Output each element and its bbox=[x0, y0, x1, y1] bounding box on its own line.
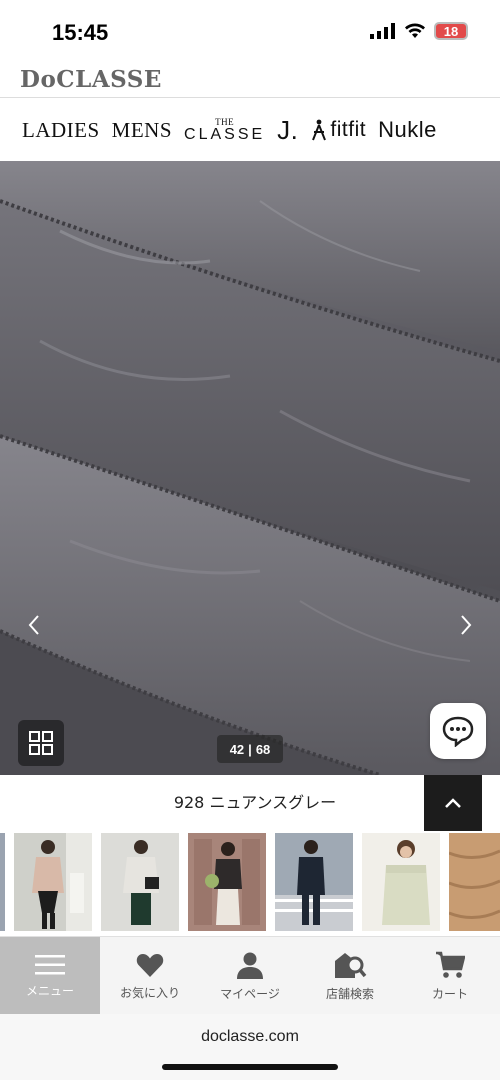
brand-fitfit-label: fitfit bbox=[330, 118, 367, 141]
brand-the-classe[interactable]: THE CLASSE bbox=[184, 117, 266, 143]
url-display[interactable]: doclasse.com bbox=[0, 1028, 500, 1046]
image-counter-current: 42 bbox=[229, 741, 245, 757]
battery-level: 18 bbox=[443, 23, 459, 39]
thumbnail-strip bbox=[0, 833, 500, 931]
brand-nav: LADIES MENS THE CLASSE J. fitfit Nukle bbox=[0, 99, 500, 161]
image-counter-separator: | bbox=[248, 741, 252, 757]
tab-cart[interactable]: カート bbox=[400, 937, 500, 1015]
brand-mens[interactable]: MENS bbox=[112, 118, 172, 143]
grid-icon bbox=[29, 731, 53, 755]
brand-fitfit[interactable]: fitfit bbox=[310, 118, 366, 142]
tab-mypage[interactable]: マイページ bbox=[200, 937, 300, 1015]
wifi-icon bbox=[405, 23, 425, 38]
tab-favorites-label: お気に入り bbox=[119, 985, 180, 1000]
tab-store-search[interactable]: 店舗検索 bbox=[300, 937, 400, 1015]
tab-favorites[interactable]: お気に入り bbox=[100, 937, 200, 1015]
brand-j[interactable]: J. bbox=[277, 115, 298, 146]
brand-the-classe-label: CLASSE bbox=[184, 125, 266, 143]
signal-icon bbox=[370, 23, 395, 39]
brand-ladies[interactable]: LADIES bbox=[22, 118, 100, 143]
browser-url-bar: doclasse.com bbox=[0, 1014, 500, 1080]
scroll-to-top-button[interactable] bbox=[424, 775, 482, 831]
tab-menu[interactable]: メニュー bbox=[0, 937, 100, 1015]
store-search-icon bbox=[335, 952, 367, 978]
thumbnail-5-image bbox=[362, 833, 440, 931]
tab-menu-label: メニュー bbox=[25, 983, 74, 998]
chevron-right-icon bbox=[461, 615, 472, 635]
chevron-left-icon bbox=[28, 615, 39, 635]
home-indicator[interactable] bbox=[162, 1064, 338, 1070]
fitfit-logo-icon bbox=[312, 119, 327, 141]
bottom-tab-bar: メニュー お気に入り マイページ 店舗検索 カート bbox=[0, 936, 500, 1015]
tab-store-search-label: 店舗検索 bbox=[325, 986, 374, 1001]
menu-icon bbox=[35, 954, 65, 974]
gallery-next-button[interactable] bbox=[442, 599, 490, 651]
heart-icon bbox=[136, 953, 164, 977]
tab-mypage-label: マイページ bbox=[220, 986, 280, 1001]
thumbnail-1[interactable] bbox=[14, 833, 92, 931]
chat-button[interactable] bbox=[430, 703, 486, 759]
thumbnail-6-image bbox=[449, 833, 500, 931]
thumbnail-1-image bbox=[14, 833, 92, 931]
chat-icon bbox=[442, 716, 474, 747]
thumbnail-partial[interactable] bbox=[0, 833, 5, 931]
thumbnail-2[interactable] bbox=[101, 833, 179, 931]
site-logo[interactable]: DoCLASSE bbox=[20, 66, 162, 93]
chevron-up-icon bbox=[445, 798, 461, 808]
status-time: 15:45 bbox=[52, 20, 109, 45]
status-bar: 15:45 18 bbox=[0, 0, 500, 60]
user-icon bbox=[237, 952, 263, 979]
status-icons: 18 bbox=[370, 22, 468, 40]
image-counter: 42 | 68 bbox=[217, 735, 283, 763]
gallery-prev-button[interactable] bbox=[10, 599, 58, 651]
cart-icon bbox=[436, 951, 465, 978]
brand-nukle[interactable]: Nukle bbox=[378, 117, 437, 143]
gallery-grid-button[interactable] bbox=[18, 720, 64, 766]
thumbnail-6[interactable] bbox=[449, 833, 500, 931]
thumbnail-5[interactable] bbox=[362, 833, 440, 931]
thumbnail-3-image bbox=[188, 833, 266, 931]
thumbnail-3[interactable] bbox=[188, 833, 266, 931]
thumbnail-2-image bbox=[101, 833, 179, 931]
image-counter-total: 68 bbox=[255, 741, 271, 757]
battery-icon: 18 bbox=[434, 22, 468, 40]
product-image bbox=[0, 161, 500, 775]
thumbnail-4[interactable] bbox=[275, 833, 353, 931]
thumbnail-4-image bbox=[275, 833, 353, 931]
site-header: DoCLASSE bbox=[0, 62, 500, 98]
product-image-gallery[interactable] bbox=[0, 161, 500, 775]
tab-cart-label: カート bbox=[431, 986, 468, 1001]
